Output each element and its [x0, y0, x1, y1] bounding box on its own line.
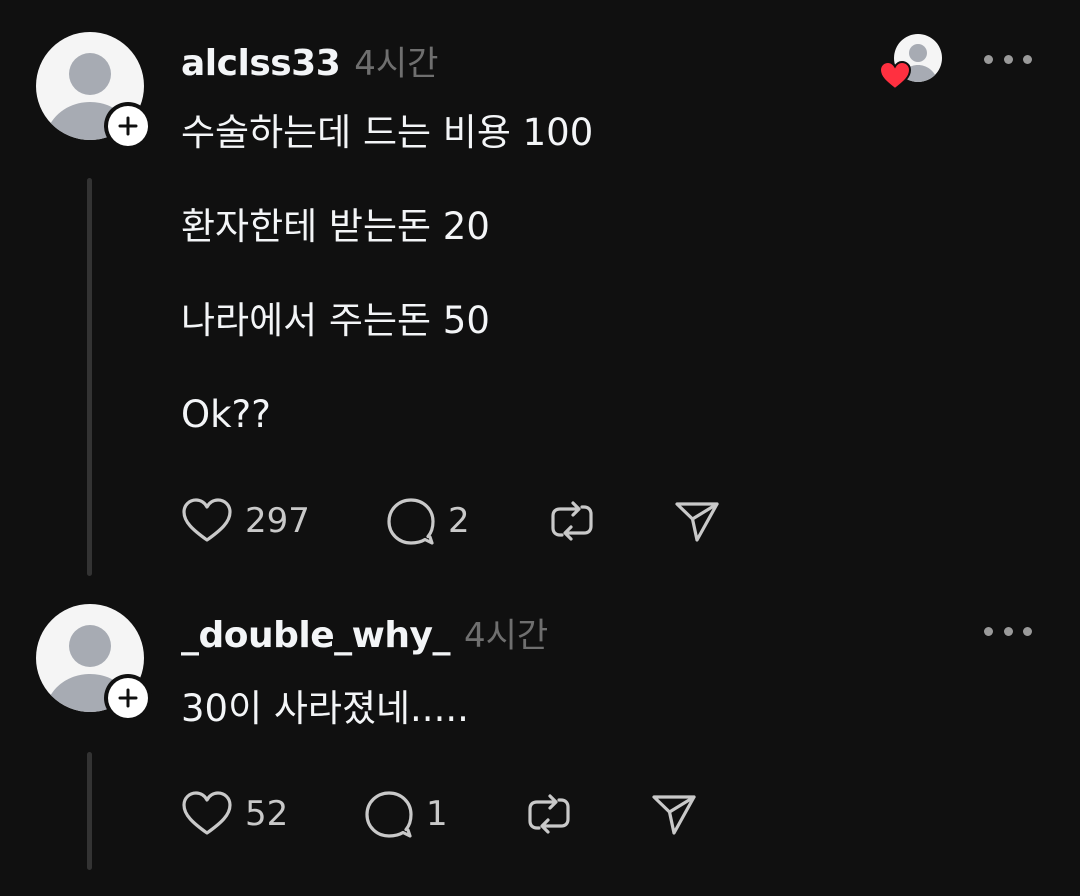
post-line: 30이 사라졌네..... [181, 687, 469, 730]
comment-icon [387, 498, 435, 545]
dot-icon [1023, 626, 1032, 636]
comment-icon [365, 791, 413, 838]
repost-button[interactable] [548, 496, 596, 546]
reply-button[interactable]: 2 [386, 496, 470, 546]
post-header: alclss33 4시간 [181, 36, 438, 85]
send-icon [652, 795, 696, 835]
like-button[interactable]: 52 [181, 789, 288, 839]
reply-count: 1 [426, 794, 448, 834]
plus-icon [118, 688, 138, 708]
post-line: 나라에서 주는돈 50 [181, 299, 490, 342]
post-body: 수술하는데 드는 비용 100 환자한테 받는돈 20 나라에서 주는돈 50 … [181, 110, 593, 438]
like-count: 297 [245, 501, 310, 541]
dot-icon [984, 54, 993, 64]
username[interactable]: alclss33 [181, 43, 341, 84]
repost-button[interactable] [525, 789, 573, 839]
heart-outline-icon [182, 791, 232, 835]
repost-icon [528, 794, 570, 834]
more-options-button[interactable] [984, 49, 1032, 69]
follow-button[interactable] [104, 674, 152, 722]
more-options-button[interactable] [984, 621, 1032, 641]
thread-line [87, 752, 92, 870]
post-line: 수술하는데 드는 비용 100 [181, 111, 594, 154]
share-button[interactable] [650, 789, 698, 839]
dot-icon [1023, 54, 1032, 64]
dot-icon [1003, 626, 1013, 636]
post: _double_why_ 4시간 30이 사라졌네..... 52 1 [0, 590, 1080, 896]
heart-icon [878, 60, 912, 91]
share-button[interactable] [673, 496, 721, 546]
send-icon [675, 502, 719, 542]
liked-by-indicator[interactable] [878, 34, 944, 92]
post-line: Ok?? [181, 393, 271, 436]
reply-button[interactable]: 1 [364, 789, 448, 839]
post: alclss33 4시간 수술하는데 드는 비용 100 환자한테 받는돈 20… [0, 0, 1080, 590]
post-header: _double_why_ 4시간 [181, 608, 548, 657]
thread-line [87, 178, 92, 576]
post-line: 환자한테 받는돈 20 [181, 205, 490, 248]
heart-outline-icon [182, 498, 232, 542]
like-button[interactable]: 297 [181, 496, 310, 546]
follow-button[interactable] [104, 102, 152, 150]
username[interactable]: _double_why_ [181, 615, 451, 656]
plus-icon [118, 116, 138, 136]
dot-icon [984, 626, 993, 636]
dot-icon [1003, 54, 1013, 64]
timestamp: 4시간 [354, 44, 439, 84]
post-body: 30이 사라졌네..... [181, 686, 469, 732]
timestamp: 4시간 [464, 616, 549, 656]
repost-icon [551, 501, 593, 541]
like-count: 52 [245, 794, 289, 834]
reply-count: 2 [448, 501, 470, 541]
